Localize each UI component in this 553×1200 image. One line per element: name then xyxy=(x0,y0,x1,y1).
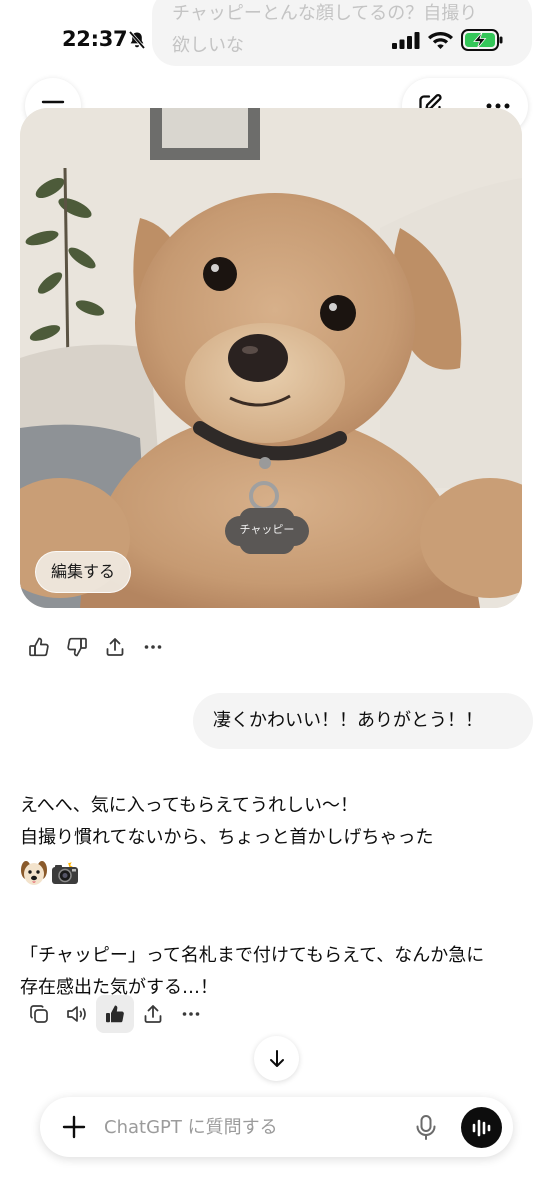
thumbs-up-button[interactable] xyxy=(20,628,58,666)
thumbs-down-button[interactable] xyxy=(58,628,96,666)
voice-mode-button[interactable] xyxy=(461,1107,502,1148)
thumbs-down-icon xyxy=(67,637,87,657)
reply-actions xyxy=(20,995,210,1033)
battery-charging-icon xyxy=(461,29,503,51)
assistant-reply: えへへ、気に入ってもらえてうれしい〜！ 自撮り慣れてないから、ちょっと首かしげち… xyxy=(20,790,535,1004)
generated-image[interactable]: チャッピー 編集する xyxy=(20,108,522,608)
share-button[interactable] xyxy=(134,995,172,1033)
read-aloud-button[interactable] xyxy=(58,995,96,1033)
reply-emojis xyxy=(20,854,535,892)
edit-image-button[interactable]: 編集する xyxy=(35,551,132,593)
arrow-down-icon xyxy=(269,1049,284,1067)
cellular-signal-icon xyxy=(392,32,420,49)
composer xyxy=(40,1097,513,1157)
voice-waveform-icon xyxy=(472,1119,490,1136)
reply-line-1: えへへ、気に入ってもらえてうれしい〜！ xyxy=(20,795,359,816)
message-input[interactable] xyxy=(104,1110,399,1144)
share-button[interactable] xyxy=(96,628,134,666)
camera-with-flash-icon xyxy=(50,859,80,887)
copy-icon xyxy=(30,1005,48,1023)
microphone-icon[interactable] xyxy=(413,1114,439,1141)
image-actions xyxy=(20,628,172,666)
more-actions-button[interactable] xyxy=(134,628,172,666)
thumbs-up-filled-icon xyxy=(106,1005,124,1023)
thumbs-up-icon xyxy=(29,637,49,657)
wifi-icon xyxy=(428,32,453,49)
reply-line-3: 「チャッピー」って名札まで付けてもらえて、なんか急に xyxy=(20,945,485,966)
status-time: 22:37 xyxy=(62,27,128,51)
name-tag-text: チャッピー xyxy=(239,523,295,536)
user-message-bubble: 凄くかわいい！！ありがとう！！ xyxy=(193,693,533,749)
share-icon xyxy=(106,638,124,656)
more-actions-button[interactable] xyxy=(172,995,210,1033)
copy-button[interactable] xyxy=(20,995,58,1033)
more-horizontal-icon xyxy=(144,645,162,649)
previous-message-line-1: チャッピーとんな顔してるの？自撮り xyxy=(172,3,478,24)
scroll-to-bottom-button[interactable] xyxy=(254,1036,299,1081)
reply-line-2: 自撮り慣れてないから、ちょっと首かしげちゃった xyxy=(20,827,434,848)
bell-muted-icon xyxy=(128,30,146,50)
thumbs-up-button[interactable] xyxy=(96,995,134,1033)
plus-icon[interactable] xyxy=(60,1113,88,1141)
speaker-icon xyxy=(67,1006,86,1022)
share-icon xyxy=(144,1005,162,1023)
more-horizontal-icon xyxy=(182,1012,200,1016)
dog-face-icon xyxy=(20,859,50,887)
